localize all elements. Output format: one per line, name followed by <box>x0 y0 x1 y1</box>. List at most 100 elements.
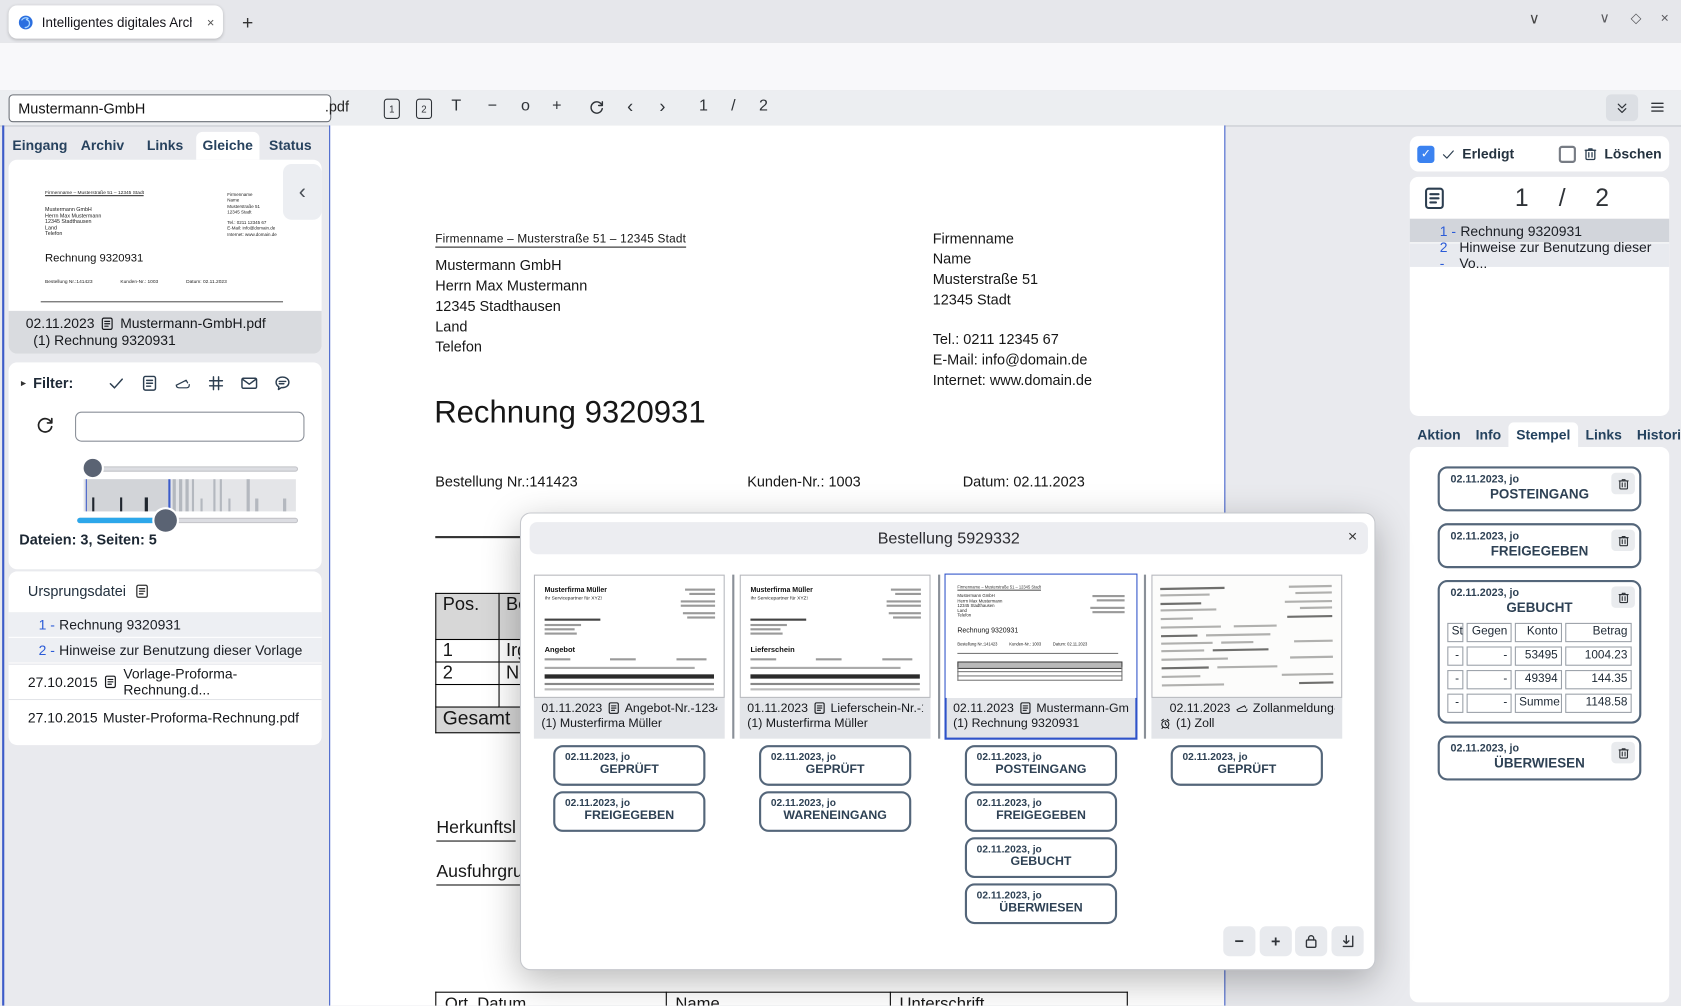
origin-page-item[interactable]: 1 -Rechnung 9320931 <box>9 612 322 637</box>
dialog-lock-button[interactable] <box>1295 926 1327 956</box>
filter-text-input[interactable] <box>75 412 304 442</box>
delete-label: Löschen <box>1604 146 1661 162</box>
zoom-reset-button[interactable]: o <box>521 96 530 114</box>
stamp-label: POSTEINGANG <box>967 763 1115 776</box>
doc-caption: 01.11.2023Lieferschein-Nr.-12... (1) Mus… <box>740 698 931 739</box>
grid-icon[interactable] <box>207 374 225 392</box>
cell: 2 <box>436 662 499 685</box>
slider-thumb-bottom[interactable] <box>155 509 178 532</box>
browser-tab[interactable]: Intelligentes digitales Arch × <box>9 5 223 38</box>
filter-header[interactable]: ►Filter: <box>19 375 73 391</box>
document-icon <box>103 674 118 689</box>
comment-icon[interactable] <box>273 374 291 392</box>
page-2-view-icon: 2 <box>416 99 432 119</box>
mail-icon[interactable] <box>240 374 258 392</box>
window-minimize-button[interactable]: ∨ <box>1600 10 1610 27</box>
sidebar-tab-links[interactable]: Links <box>134 132 197 160</box>
range-slider-top[interactable] <box>84 466 298 471</box>
sidebar-tab-archiv[interactable]: Archiv <box>71 132 134 160</box>
zoom-in-button[interactable]: + <box>552 96 561 114</box>
stamp-date: 02.11.2023, jo <box>555 793 703 809</box>
window-close-button[interactable]: × <box>1661 10 1669 26</box>
tab-historie[interactable]: Historie <box>1629 422 1681 447</box>
dialog-close-button[interactable]: × <box>1348 527 1357 545</box>
window-maximize-button[interactable]: ◇ <box>1631 10 1642 27</box>
booking-cell: 1004.23 <box>1565 646 1631 665</box>
doc-caption: 01.11.2023Angebot-Nr.-1234.pdf (1) Muste… <box>534 698 725 739</box>
file-name: Muster-Proforma-Rechnung.pdf <box>103 709 299 725</box>
filename-input[interactable] <box>9 94 332 122</box>
next-page-button[interactable]: › <box>659 96 665 117</box>
tab-links[interactable]: Links <box>1578 422 1629 447</box>
doc-thumbnail[interactable]: Musterfirma MüllerIhr Servicepartner für… <box>740 575 931 739</box>
origin-file-item[interactable]: 27.10.2015Vorlage-Proforma-Rechnung.d... <box>9 664 322 699</box>
stamp-berwiesen: 02.11.2023, joÜBERWIESEN <box>965 883 1117 924</box>
mini-doc-angebot: Musterfirma MüllerIhr Servicepartner für… <box>534 575 725 698</box>
check-icon[interactable] <box>107 374 125 392</box>
sidebar-tab-status[interactable]: Status <box>259 132 322 160</box>
delete-checkbox[interactable] <box>1558 145 1575 162</box>
rotate-icon[interactable] <box>587 99 605 117</box>
dialog-import-button[interactable] <box>1332 926 1364 956</box>
doc-thumbnail[interactable]: 02.11.2023Zollanmeldung-AT... (1) Zoll <box>1151 575 1342 739</box>
page-title: Hinweise zur Benutzung dieser Vorlage <box>59 642 302 658</box>
origin-file-item[interactable]: 27.10.2015Muster-Proforma-Rechnung.pdf <box>9 699 322 734</box>
document-icon[interactable] <box>140 374 158 392</box>
stamp-delete-button[interactable] <box>1611 530 1635 551</box>
scanner-icon[interactable] <box>174 374 192 392</box>
stamp-delete-button[interactable] <box>1611 586 1635 607</box>
origin-page-item[interactable]: 2 -Hinweise zur Benutzung dieser Vorlage <box>9 638 322 663</box>
booking-header-cell: Betrag <box>1565 623 1631 642</box>
signature-table: Ort, Datum Name Unterschrift <box>435 992 1128 1006</box>
app-menu-icon[interactable] <box>1649 99 1666 116</box>
tab-stempel[interactable]: Stempel <box>1509 422 1578 447</box>
tab-close-icon[interactable]: × <box>207 14 215 29</box>
file-subtitle: (1) Rechnung 9320931 <box>26 332 322 348</box>
slider-thumb-top[interactable] <box>84 459 102 477</box>
stamp-delete-button[interactable] <box>1611 473 1635 494</box>
trash-icon <box>1616 746 1630 760</box>
document-thumbnail[interactable]: Firmenname – Musterstraße 51 – 12345 Sta… <box>24 175 292 309</box>
stamp-delete-button[interactable] <box>1611 742 1635 763</box>
stamp-gebucht: 02.11.2023, joGEBUCHTStGegenKontoBetrag-… <box>1438 580 1642 724</box>
dialog-zoom-out-button[interactable]: − <box>1223 926 1255 956</box>
tab-info[interactable]: Info <box>1468 422 1509 447</box>
import-arrow-icon <box>1339 933 1356 950</box>
histogram-tick <box>92 497 95 511</box>
file-extension-label: .pdf <box>325 99 349 115</box>
collapse-all-button[interactable] <box>1606 94 1638 121</box>
histogram-selected-range <box>86 479 169 511</box>
trash-icon <box>1582 146 1598 162</box>
tab-aktion[interactable]: Aktion <box>1410 422 1468 447</box>
page-list-item[interactable]: 2 -Hinweise zur Benutzung dieser Vo... <box>1410 243 1669 267</box>
prev-page-button[interactable]: ‹ <box>627 96 633 117</box>
doc-thumbnail-selected[interactable]: Firmenname – Musterstraße 51 – 12345 Sta… <box>946 575 1137 739</box>
sidebar-tab-eingang[interactable]: Eingang <box>9 132 72 160</box>
stamp-date: 02.11.2023, jo <box>967 747 1115 763</box>
filter-card: ►Filter: Dateien: 3, Seiten: 5 <box>9 362 322 569</box>
order-number: Bestellung Nr.:141423 <box>435 474 577 490</box>
text-tool-button[interactable]: T <box>451 96 461 114</box>
doc-thumbnail[interactable]: Musterfirma MüllerIhr Servicepartner für… <box>534 575 725 739</box>
browser-navbar: ← → https://dms.spiraltrax.com <box>0 43 1681 91</box>
histogram-tick <box>145 497 148 511</box>
refresh-filter-icon[interactable] <box>34 415 55 436</box>
mini-doc-scan <box>1151 575 1342 698</box>
new-tab-button[interactable]: + <box>234 9 262 37</box>
zoom-out-button[interactable]: − <box>488 96 497 114</box>
triangle-icon: ► <box>19 378 27 388</box>
single-page-view-button[interactable]: 1 <box>384 99 400 119</box>
collapse-panel-button[interactable]: ‹ <box>283 164 322 220</box>
stamp-label: GEPRÜFT <box>555 763 703 776</box>
sidebar-tab-gleiche[interactable]: Gleiche <box>196 132 259 160</box>
tab-overflow-chevron-icon[interactable]: ∨ <box>1529 10 1540 28</box>
dialog-zoom-in-button[interactable]: + <box>1260 926 1292 956</box>
stamp-geprft: 02.11.2023, joGEPRÜFT <box>553 745 705 786</box>
return-address: Firmenname – Musterstraße 51 – 12345 Sta… <box>435 233 686 248</box>
file-list-item[interactable]: 02.11.2023Mustermann-GmbH.pdf (1) Rechnu… <box>9 311 322 354</box>
divider <box>938 575 940 739</box>
histogram-bar <box>186 479 189 511</box>
done-checkbox[interactable]: ✓ <box>1417 145 1434 162</box>
two-page-view-button[interactable]: 2 <box>416 99 432 119</box>
histogram-bar <box>247 479 250 511</box>
